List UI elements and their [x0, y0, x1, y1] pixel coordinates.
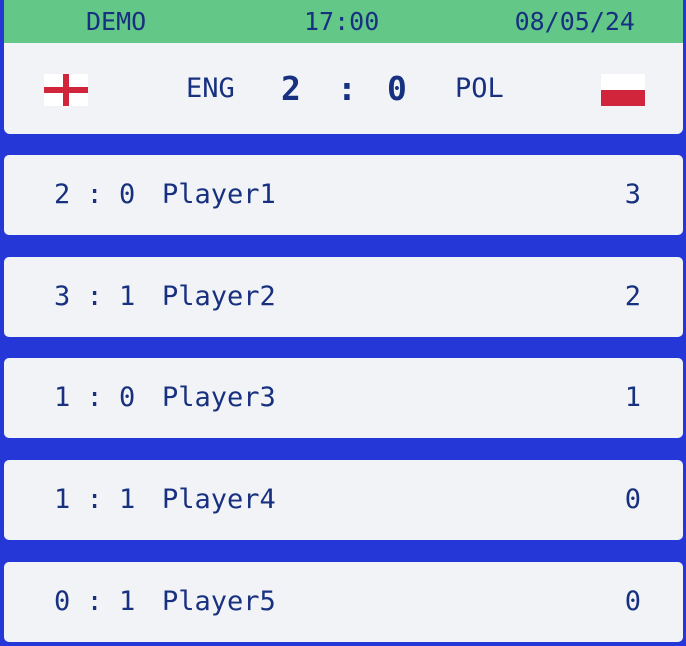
player-name: Player4 [162, 484, 276, 515]
player-points: 0 [624, 586, 641, 617]
predicted-score: 0 : 1 [54, 586, 136, 617]
predicted-score: 3 : 1 [54, 281, 136, 312]
player-points: 2 [624, 281, 641, 312]
predicted-score: 1 : 0 [54, 382, 136, 413]
match-card: DEMO 17:00 08/05/24 ENG 2 : 0 POL [4, 0, 683, 134]
match-date: 08/05/24 [514, 7, 635, 36]
player-points: 3 [624, 179, 641, 210]
player-points: 0 [624, 484, 641, 515]
player-name: Player5 [162, 586, 276, 617]
away-team-code: POL [455, 73, 504, 104]
predicted-score: 1 : 1 [54, 484, 136, 515]
prediction-row[interactable]: 1 : 0 Player3 1 [4, 358, 683, 438]
player-points: 1 [624, 382, 641, 413]
away-score: 0 [387, 69, 407, 108]
predicted-score: 2 : 0 [54, 179, 136, 210]
prediction-row[interactable]: 2 : 0 Player1 3 [4, 155, 683, 235]
home-score: 2 [281, 69, 301, 108]
player-name: Player2 [162, 281, 276, 312]
match-info-bar: DEMO 17:00 08/05/24 [4, 0, 683, 43]
player-name: Player3 [162, 382, 276, 413]
player-name: Player1 [162, 179, 276, 210]
match-label: DEMO [86, 7, 147, 36]
prediction-row[interactable]: 0 : 1 Player5 0 [4, 562, 683, 642]
app-root: { "header": { "label": "DEMO", "time": "… [0, 0, 686, 646]
home-team-code: ENG [186, 73, 235, 104]
prediction-row[interactable]: 3 : 1 Player2 2 [4, 257, 683, 337]
match-time: 17:00 [304, 7, 380, 36]
england-flag-icon [44, 74, 88, 106]
score-separator: : [337, 69, 357, 108]
prediction-row[interactable]: 1 : 1 Player4 0 [4, 460, 683, 540]
poland-flag-icon [601, 74, 645, 106]
